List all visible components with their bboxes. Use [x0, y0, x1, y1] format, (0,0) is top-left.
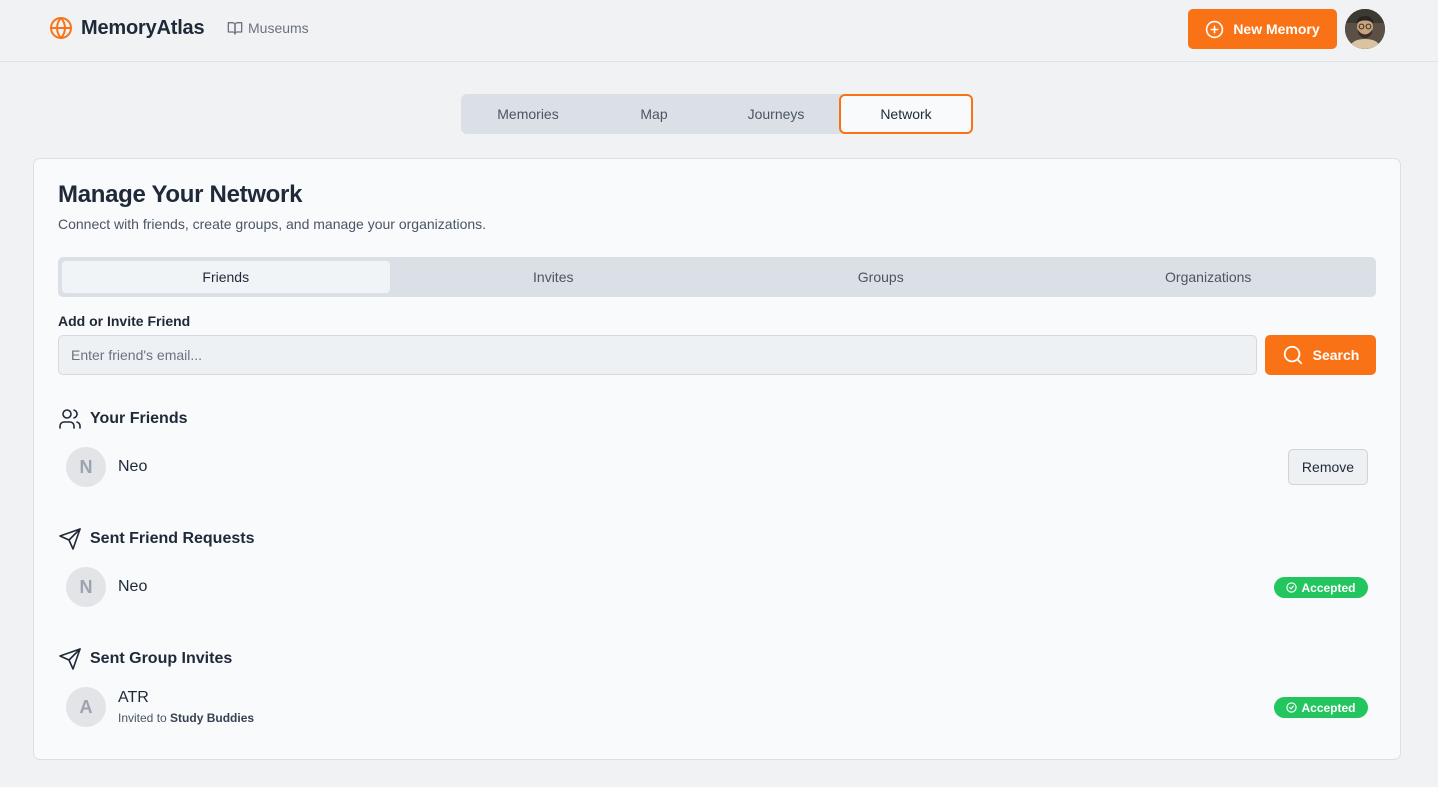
- check-circle-icon: [1286, 702, 1298, 713]
- plus-circle-icon: [1206, 20, 1224, 38]
- brand-name: MemoryAtlas: [81, 16, 205, 39]
- tab-memories[interactable]: Memories: [461, 94, 595, 134]
- museums-link[interactable]: Museums: [227, 20, 309, 36]
- search-icon: [1283, 345, 1302, 365]
- sent-requests-heading: Sent Friend Requests: [90, 530, 255, 547]
- tab-journeys[interactable]: Journeys: [713, 94, 839, 134]
- friend-row: N Neo Remove: [58, 447, 1376, 487]
- invite-group-name: Study Buddies: [170, 711, 255, 725]
- invite-name: ATR: [118, 689, 149, 706]
- search-button[interactable]: Search: [1265, 335, 1376, 375]
- user-avatar[interactable]: [1345, 9, 1385, 49]
- friends-section-heading: Your Friends: [58, 407, 188, 431]
- new-memory-button[interactable]: New Memory: [1188, 9, 1337, 49]
- friend-name: Neo: [118, 458, 148, 475]
- main-tabs: Memories Map Journeys Network: [461, 94, 973, 134]
- invite-avatar: A: [66, 687, 106, 727]
- sent-request-row: N Neo Accepted: [58, 567, 1376, 607]
- status-badge: Accepted: [1274, 697, 1368, 718]
- network-sub-tabs: Friends Invites Groups Organizations: [58, 257, 1376, 297]
- page-title: Manage Your Network: [58, 181, 303, 208]
- request-avatar: N: [66, 567, 106, 607]
- send-icon: [59, 648, 81, 670]
- group-invites-section-heading: Sent Group Invites: [58, 647, 232, 671]
- status-badge: Accepted: [1274, 577, 1368, 598]
- new-memory-label: New Memory: [1233, 21, 1320, 37]
- app-header: MemoryAtlas Museums New Memory: [0, 0, 1438, 62]
- user-avatar-image: [1345, 9, 1385, 49]
- group-invites-heading: Sent Group Invites: [90, 650, 233, 667]
- friend-avatar: N: [66, 447, 106, 487]
- group-invite-row: A ATR Invited to Study Buddies Accepted: [58, 687, 1376, 727]
- check-circle-icon: [1286, 582, 1298, 593]
- send-icon: [59, 528, 81, 550]
- sub-tab-friends[interactable]: Friends: [62, 261, 390, 293]
- brand[interactable]: MemoryAtlas: [49, 16, 205, 40]
- sent-requests-section-heading: Sent Friend Requests: [58, 527, 254, 551]
- search-label: Search: [1312, 347, 1360, 363]
- museums-label: Museums: [248, 20, 309, 36]
- friend-email-input[interactable]: [58, 335, 1257, 375]
- tab-map[interactable]: Map: [595, 94, 713, 134]
- sub-tab-invites[interactable]: Invites: [390, 261, 718, 293]
- users-icon: [59, 409, 81, 429]
- network-card: Manage Your Network Connect with friends…: [33, 158, 1401, 760]
- request-name: Neo: [118, 578, 148, 595]
- page-subtitle: Connect with friends, create groups, and…: [58, 216, 487, 232]
- invite-detail: Invited to Study Buddies: [118, 711, 254, 725]
- globe-icon: [50, 17, 72, 39]
- remove-friend-button[interactable]: Remove: [1288, 449, 1368, 485]
- invite-prefix: Invited to: [118, 711, 167, 725]
- status-badge-label: Accepted: [1301, 580, 1356, 595]
- sub-tab-organizations[interactable]: Organizations: [1045, 261, 1373, 293]
- friends-heading: Your Friends: [90, 410, 188, 427]
- sub-tab-groups[interactable]: Groups: [717, 261, 1045, 293]
- status-badge-label: Accepted: [1301, 700, 1356, 715]
- tab-network[interactable]: Network: [839, 94, 973, 134]
- book-open-icon: [227, 22, 243, 35]
- add-friend-label: Add or Invite Friend: [58, 313, 191, 329]
